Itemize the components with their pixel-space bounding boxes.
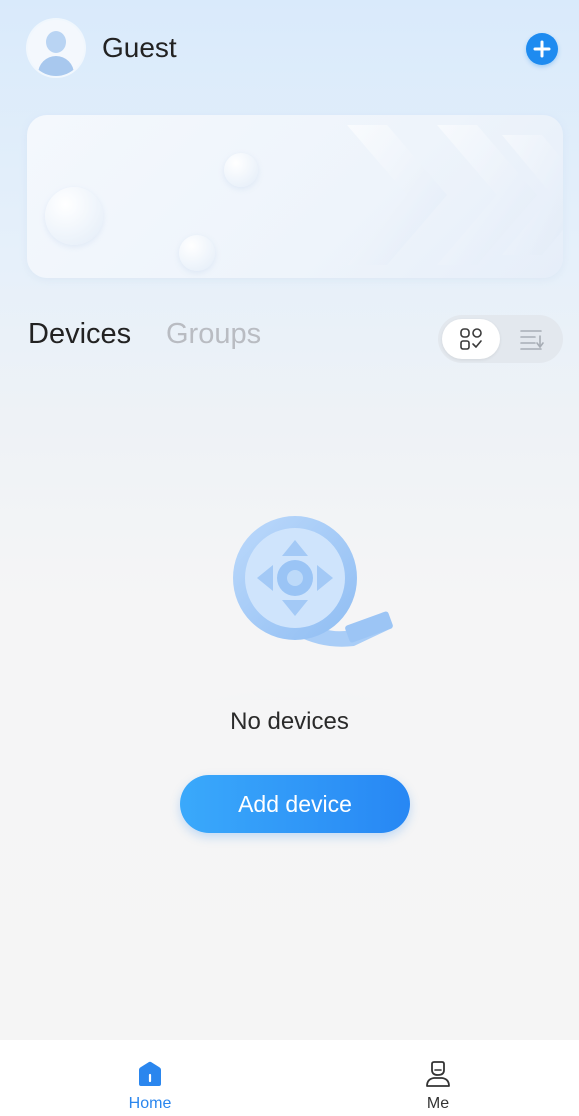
home-icon [139,1061,161,1086]
nav-item-home[interactable]: Home [90,1040,210,1116]
list-view-button[interactable] [504,319,560,359]
header: Guest [0,0,579,100]
empty-illustration [140,500,450,778]
banner-bubble [224,153,258,187]
nav-item-me[interactable]: Me [378,1040,498,1116]
promo-banner[interactable] [27,115,563,278]
home-screen: Guest Devices Groups No devices Add devi… [0,0,579,1116]
tab-groups[interactable]: Groups [166,318,261,351]
username[interactable]: Guest [102,32,177,64]
grid-view-button[interactable] [442,319,500,359]
film-reel-icon [145,516,445,778]
add-device-button[interactable]: Add device [180,775,410,833]
grid-view-icon [460,328,482,350]
nav-label-home: Home [128,1095,172,1112]
banner-bubble [45,187,103,245]
view-toggle [438,315,563,363]
nav-label-me: Me [426,1095,450,1112]
banner-bubble [179,235,215,271]
chevron-decoration-icon [347,125,563,265]
user-icon [426,1061,450,1087]
empty-message: No devices [230,708,349,735]
avatar-body [38,56,74,76]
avatar-head [46,31,66,53]
bottom-nav: Home Me [0,1040,579,1116]
avatar[interactable] [28,20,84,76]
list-view-icon [520,330,544,350]
plus-icon [533,40,551,58]
add-button[interactable] [526,33,558,65]
tab-devices[interactable]: Devices [28,318,131,351]
